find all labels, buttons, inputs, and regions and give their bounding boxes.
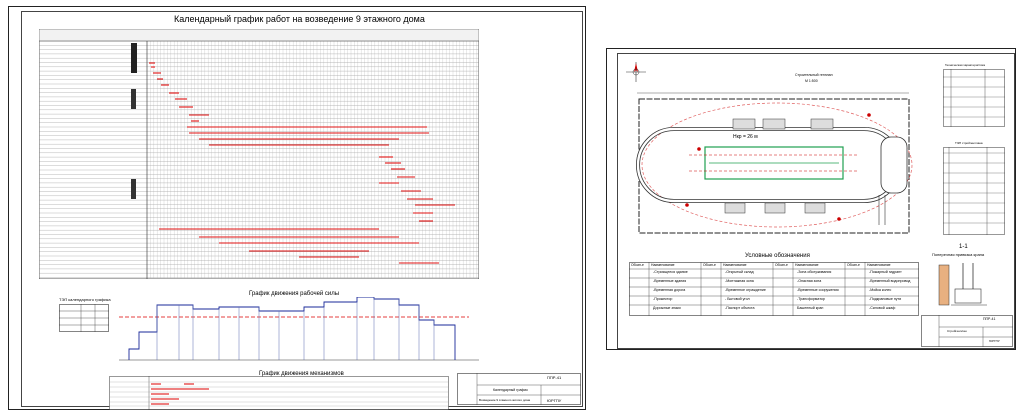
legend-entry: -Мойка колес: [869, 288, 892, 292]
legend-entry: -Силовой шкаф: [869, 306, 896, 310]
technical-characteristics-table: [943, 69, 1005, 127]
legend-header: Наименование: [651, 263, 675, 267]
legend-entry: -Паспорт объекта: [725, 306, 755, 310]
schedule-title: Календарный график работ на возведение 9…: [174, 14, 425, 24]
calendar-schedule-table: [39, 29, 479, 279]
site-plan-tep-table: [943, 147, 1005, 235]
legend-header: Наименование: [723, 263, 747, 267]
crane-height-label: Hкр = 26 м: [733, 134, 758, 140]
legend-entry: -Временный водопровод: [869, 279, 911, 283]
legend-entry: -Открытый склад: [725, 270, 754, 274]
tech-table-title: Техническая характеристика: [945, 63, 986, 67]
stamp-code: ППР-41: [547, 375, 562, 380]
legend-entry: -Временные сооружения: [797, 288, 839, 292]
stamp-project-name: Возведение 9 этажного жилого дома: [479, 398, 531, 402]
compass-rose-icon: [626, 62, 646, 82]
legend-entry: -Прожектор: [653, 297, 673, 301]
stamp-org: ЮРГПУ: [547, 398, 562, 403]
stamp-sheet-name: Стройгенплан: [947, 329, 967, 333]
tep-calendar-title: ТЭП календарного графика: [59, 297, 111, 302]
legend-entry: -Подкрановые пути: [869, 297, 902, 301]
stamp-sheet-name: Календарный график: [493, 388, 528, 392]
site-plan-scale: М 1:500: [805, 79, 818, 83]
legend-entry: -Строящееся здание: [653, 270, 688, 274]
legend-header: Наименование: [795, 263, 819, 267]
legend-entry: -Трансформатор: [797, 297, 825, 301]
calendar-schedule-sheet: Календарный график работ на возведение 9…: [8, 6, 586, 410]
legend-entry: - Бытовой угол: [725, 297, 750, 301]
legend-header: Обозн-е: [631, 263, 644, 267]
legend-entry: -Временные здания: [653, 279, 687, 283]
stamp-code: ППР-41: [983, 317, 996, 321]
stamp-org: ЮРГПУ: [989, 339, 1000, 343]
section-subtitle: Поперечная привязка крана: [932, 252, 985, 257]
labor-chart: [119, 297, 479, 361]
legend-entry: -Опасная зона: [797, 279, 822, 283]
legend-entry: -Временная дорога: [653, 288, 686, 292]
legend-title: Условные обозначения: [745, 253, 810, 259]
crane-section-drawing: [938, 263, 987, 306]
legend-entry: Башенный кран: [797, 306, 824, 310]
legend-entry: -Пожарный гидрант: [869, 270, 902, 274]
legend-header: Наименование: [867, 263, 891, 267]
tep-calendar-table: [59, 304, 109, 332]
section-title: 1-1: [959, 244, 968, 250]
legend-entry: -Монтажная зона: [725, 279, 754, 283]
legend-header: Обозн-е: [847, 263, 860, 267]
tep2-title: ТЭП стройгенплана: [955, 141, 983, 145]
site-plan-sheet: Строительный генплан М 1:500 Hкр = 26 м …: [606, 48, 1016, 350]
legend-entry: -Временное ограждение: [725, 288, 766, 292]
legend-header: Обозн-е: [775, 263, 788, 267]
legend-entry: Дорожные знаки: [653, 306, 681, 310]
legend-entry: -Зона обслуживания: [797, 270, 832, 274]
site-plan-title: Строительный генплан: [795, 73, 833, 77]
legend-header: Обозн-е: [703, 263, 716, 267]
construction-site-plan: [636, 92, 913, 234]
machines-chart: [109, 376, 449, 410]
